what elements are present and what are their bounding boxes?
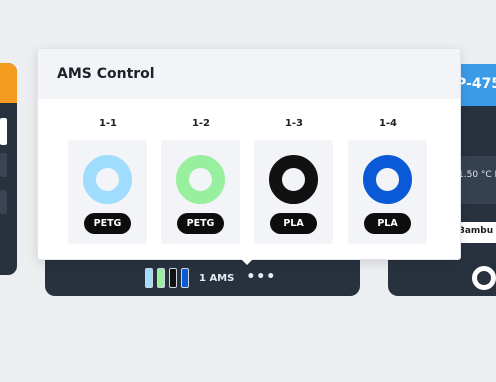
popover-title: AMS Control bbox=[57, 66, 155, 82]
spool-swatch bbox=[157, 268, 165, 288]
status-ring-icon[interactable] bbox=[472, 266, 496, 290]
slot-id-label: 1-2 bbox=[191, 118, 211, 129]
printer-model-label: Bambu P1S bbox=[458, 226, 496, 236]
spool-swatch bbox=[145, 268, 153, 288]
slot-id-label: 1-4 bbox=[378, 118, 398, 129]
material-badge: PETG bbox=[84, 213, 131, 234]
ams-count-label: 1 AMS bbox=[199, 272, 235, 284]
printer-info-tile bbox=[0, 153, 7, 177]
spool-swatch bbox=[181, 268, 189, 288]
ams-slot-1-1[interactable]: 1-1 PETG bbox=[68, 117, 148, 244]
slot-tile[interactable]: PETG bbox=[161, 140, 240, 244]
material-badge: PLA bbox=[364, 213, 411, 234]
slot-tile[interactable]: PLA bbox=[348, 140, 427, 244]
slot-id-label: 1-1 bbox=[98, 118, 118, 129]
ams-slot-1-2[interactable]: 1-2 PETG bbox=[161, 117, 241, 244]
popover-arrow bbox=[240, 258, 254, 265]
filament-spool-icon bbox=[83, 155, 132, 204]
slot-tile[interactable]: PETG bbox=[68, 140, 147, 244]
material-badge: PETG bbox=[177, 213, 224, 234]
spool-swatch bbox=[169, 268, 177, 288]
printer-info-tile bbox=[0, 190, 7, 214]
ams-slot-1-3[interactable]: 1-3 PLA bbox=[254, 117, 334, 244]
filament-spool-icon bbox=[176, 155, 225, 204]
ams-summary[interactable]: 1 AMS ••• bbox=[145, 267, 276, 289]
more-options-icon[interactable]: ••• bbox=[246, 270, 276, 284]
slot-tile[interactable]: PLA bbox=[254, 140, 333, 244]
printer-status-header bbox=[0, 63, 17, 103]
filament-spool-icon bbox=[269, 155, 318, 204]
popover-header: AMS Control bbox=[38, 49, 460, 99]
ams-slot-1-4[interactable]: 1-4 PLA bbox=[348, 117, 428, 244]
printer-thumbnail bbox=[0, 118, 7, 145]
printer-name: P-475 bbox=[456, 76, 496, 92]
filament-spool-icon bbox=[363, 155, 412, 204]
slot-id-label: 1-3 bbox=[284, 118, 304, 129]
temperature-readout: 1.50 °C B bbox=[458, 170, 496, 180]
ams-control-popover: AMS Control 1-1 PETG 1-2 PETG 1-3 PLA 1-… bbox=[37, 48, 461, 260]
material-badge: PLA bbox=[270, 213, 317, 234]
printer-card-left[interactable] bbox=[0, 63, 17, 275]
